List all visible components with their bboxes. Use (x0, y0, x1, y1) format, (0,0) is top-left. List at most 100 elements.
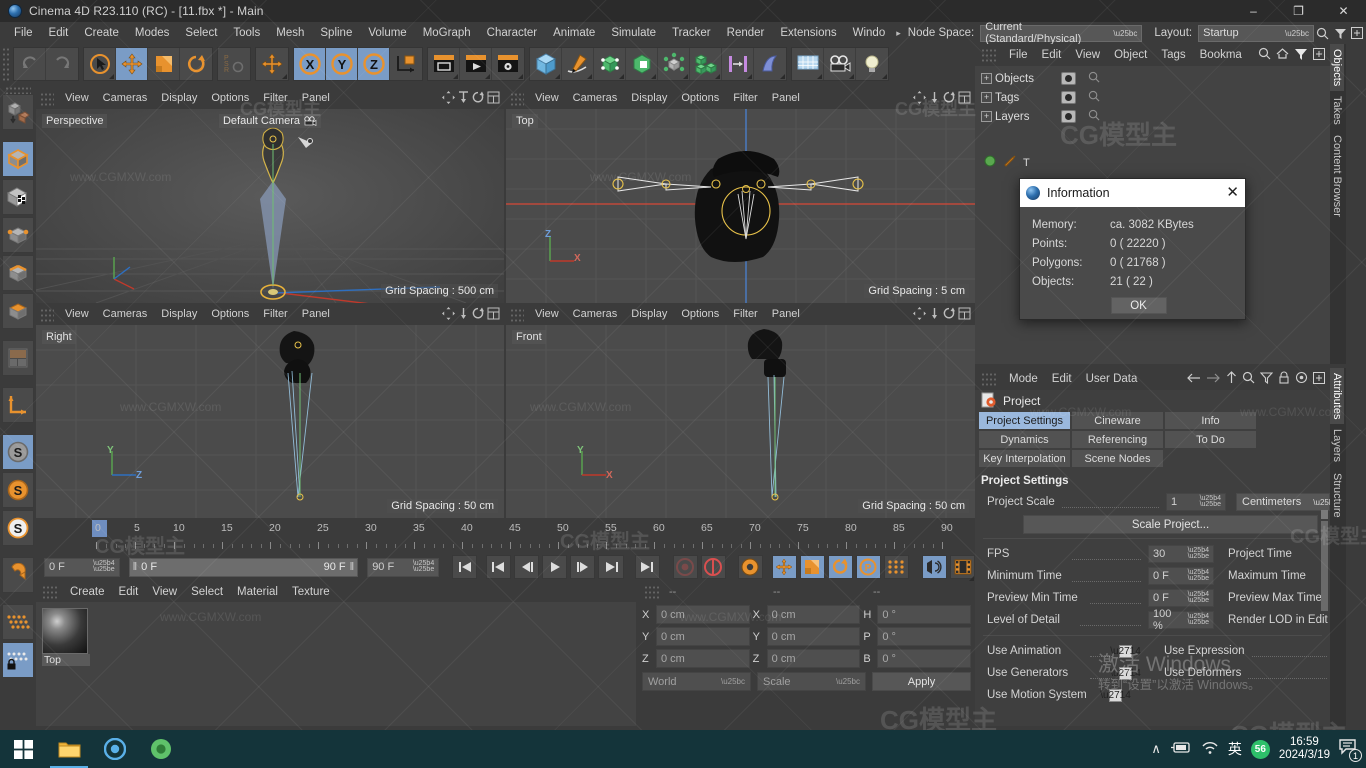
world-object-axis-button[interactable] (256, 48, 288, 80)
dock-tab-layers[interactable]: Layers (1330, 424, 1344, 467)
model-mode-button[interactable] (2, 141, 34, 177)
maximize-viewport-icon[interactable] (487, 307, 500, 323)
menu-extensions[interactable]: Extensions (772, 22, 844, 44)
material-manager-body[interactable]: Top (36, 602, 636, 726)
key-rotation-button[interactable] (827, 555, 853, 579)
dock-tab-attributes[interactable]: Attributes (1330, 368, 1344, 425)
material-item[interactable]: Top (42, 608, 90, 666)
lock-workplane-button[interactable] (2, 642, 34, 678)
use-motion-checkbox[interactable]: \u2714 (1100, 688, 1131, 702)
panel-menu-icon[interactable] (510, 91, 524, 106)
viewport-right[interactable]: View Cameras Display Options Filter Pane… (36, 304, 504, 518)
psr-toggle-button[interactable]: PSR (218, 48, 250, 80)
tray-chevron-icon[interactable]: ∧ (1151, 741, 1161, 757)
add-cube-button[interactable] (530, 48, 562, 80)
keyframe-settings-button[interactable] (737, 555, 763, 579)
search-icon[interactable] (1314, 24, 1331, 42)
texture-mode-button[interactable] (2, 179, 34, 215)
back-arrow-icon[interactable] (1186, 372, 1201, 387)
taskbar-browser[interactable] (92, 730, 138, 768)
menu-animate[interactable]: Animate (545, 22, 603, 44)
pos-x-field[interactable]: 0 cm (656, 605, 750, 624)
vp-front-menu-cameras[interactable]: Cameras (566, 304, 625, 325)
viewport-perspective-canvas[interactable]: Y Z X Perspective Default Camera Grid Sp… (36, 109, 504, 303)
coord-system-select[interactable]: World \u25bc (642, 672, 751, 691)
search-icon[interactable] (1088, 90, 1100, 105)
vp-top-menu-panel[interactable]: Panel (765, 88, 807, 109)
add-panel-icon[interactable] (1313, 371, 1325, 387)
panel-menu-icon[interactable] (40, 91, 54, 106)
dolly-icon[interactable] (457, 307, 470, 323)
menu-mesh[interactable]: Mesh (268, 22, 312, 44)
viewport-front[interactable]: View Cameras Display Options Filter Pane… (506, 304, 975, 518)
mm-menu-texture[interactable]: Texture (285, 586, 337, 598)
menu-overflow-icon[interactable]: ▸ (893, 28, 904, 39)
dolly-icon[interactable] (928, 91, 941, 107)
tab-info[interactable]: Info (1165, 412, 1256, 429)
battery-icon[interactable] (1170, 741, 1192, 757)
pos-y-field[interactable]: 0 cm (656, 627, 750, 646)
scale-tool-button[interactable] (148, 48, 180, 80)
record-active-objects-button[interactable] (672, 555, 974, 581)
goto-prev-key-button[interactable] (486, 555, 512, 579)
render-settings-button[interactable] (492, 48, 524, 80)
tab-to-do[interactable]: To Do (1165, 431, 1256, 448)
menu-edit[interactable]: Edit (41, 22, 77, 44)
vp-front-menu-filter[interactable]: Filter (726, 304, 764, 325)
add-panel-icon[interactable] (1313, 47, 1325, 63)
render-view-button[interactable] (428, 48, 460, 80)
rotate-view-icon[interactable] (472, 307, 485, 323)
filter-icon[interactable] (1294, 47, 1308, 64)
vp-right-menu-panel[interactable]: Panel (295, 304, 337, 325)
filter-icon[interactable] (1331, 24, 1348, 42)
target-icon[interactable] (1295, 371, 1308, 387)
minimum-time-field[interactable]: 0 F \u25b4 \u25be (1148, 567, 1214, 585)
coord-apply-button[interactable]: Apply (872, 672, 971, 691)
vp-top-menu-options[interactable]: Options (674, 88, 726, 109)
menu-tracker[interactable]: Tracker (664, 22, 719, 44)
tree-row-layers[interactable]: + Layers (975, 107, 1330, 126)
close-button[interactable]: ✕ (1321, 0, 1366, 22)
panel-menu-icon[interactable] (40, 307, 54, 322)
menu-simulate[interactable]: Simulate (603, 22, 664, 44)
tree-row-objects[interactable]: + Objects (975, 69, 1330, 88)
minimize-button[interactable]: – (1231, 0, 1276, 22)
vp-front-menu-display[interactable]: Display (624, 304, 674, 325)
panel-menu-icon[interactable] (981, 372, 996, 386)
viewport-top-canvas[interactable]: Top Z X Grid Spacing : 5 cm (506, 109, 975, 303)
vp-persp-menu-view[interactable]: View (58, 88, 96, 109)
menu-mograph[interactable]: MoGraph (415, 22, 479, 44)
stepper-icon[interactable]: \u25b4 \u25be (87, 560, 114, 573)
notification-badge[interactable]: 56 (1250, 739, 1270, 759)
quantize-snap-button[interactable]: S (2, 510, 34, 546)
om-menu-view[interactable]: View (1068, 49, 1107, 61)
sound-toggle-button[interactable] (921, 555, 947, 579)
key-scale-button[interactable] (799, 555, 825, 579)
stepper-icon[interactable]: \u25b4 \u25be (1182, 569, 1209, 582)
uv-mode-button[interactable] (2, 340, 34, 376)
forward-arrow-icon[interactable] (1206, 372, 1221, 387)
vp-right-menu-filter[interactable]: Filter (256, 304, 294, 325)
rotate-view-icon[interactable] (943, 91, 956, 107)
dolly-icon[interactable] (928, 307, 941, 323)
render-to-picture-viewer-button[interactable] (460, 48, 492, 80)
add-generator-button[interactable] (594, 48, 626, 80)
stepper-icon[interactable]: \u25b4 \u25be (1182, 547, 1209, 560)
mm-menu-view[interactable]: View (145, 586, 184, 598)
taskbar-clock[interactable]: 16:59 2024/3/19 (1279, 736, 1330, 762)
end-frame-field[interactable]: 90 F \u25b4 \u25be (367, 557, 440, 577)
select-tool-button[interactable] (84, 48, 116, 80)
menu-window[interactable]: Windo (845, 22, 894, 44)
lock-z-axis-button[interactable]: Z (358, 48, 390, 80)
add-environment-button[interactable] (792, 48, 824, 80)
enable-snap-button[interactable]: S (2, 434, 34, 470)
vp-top-menu-cameras[interactable]: Cameras (566, 88, 625, 109)
vp-front-menu-view[interactable]: View (528, 304, 566, 325)
menu-volume[interactable]: Volume (360, 22, 414, 44)
lock-x-axis-button[interactable]: X (294, 48, 326, 80)
viewport-top[interactable]: View Cameras Display Options Filter Pane… (506, 88, 975, 303)
stepper-icon[interactable]: \u25b4 \u25be (1182, 613, 1209, 626)
undo-button[interactable] (14, 48, 46, 80)
am-menu-user-data[interactable]: User Data (1079, 373, 1145, 385)
goto-start-button[interactable] (452, 555, 478, 579)
